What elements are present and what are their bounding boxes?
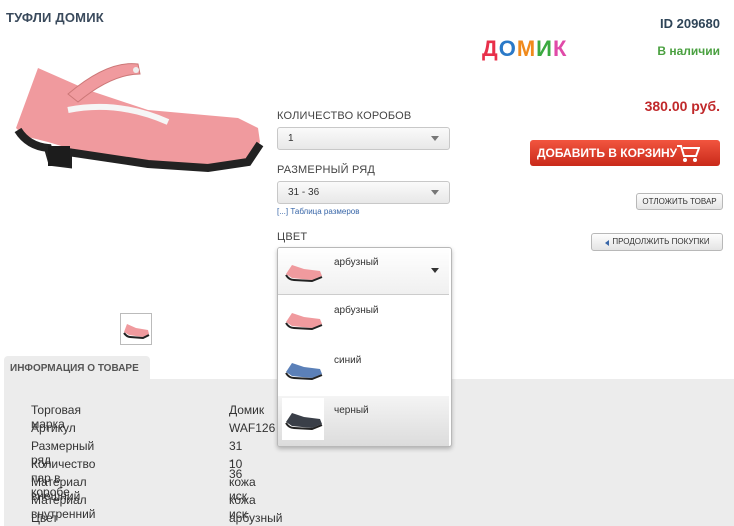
brand-logo-letter: И [536,36,553,61]
continue-shopping-label: ПРОДОЛЖИТЬ ПОКУПКИ [612,237,710,246]
product-main-image[interactable] [8,30,266,182]
brand-logo-letter: М [516,36,537,61]
color-select-dropdown[interactable]: арбузный арбузный синий черный [277,247,452,447]
info-key: Цвет [31,511,58,525]
brand-logo-letter: К [552,36,568,61]
shoe-swatch-icon [285,313,323,331]
chevron-down-icon [431,189,439,195]
color-option[interactable]: синий [278,346,449,396]
tab-product-info[interactable]: ИНФОРМАЦИЯ О ТОВАРЕ [4,356,150,380]
cart-icon [677,145,700,162]
color-option-label: черный [334,405,369,416]
info-value: WAF126 [229,421,276,435]
add-to-cart-button[interactable]: ДОБАВИТЬ В КОРЗИНУ [530,140,720,166]
size-table-link[interactable]: [...] Таблица размеров [277,207,360,216]
info-value: Домик [229,403,265,417]
chevron-down-icon [431,268,439,273]
color-option[interactable]: черный [278,396,449,446]
brand-logo: ДОМИК [482,36,567,62]
color-selected-value: арбузный [334,257,379,268]
shoe-thumbnail-icon [123,324,150,340]
brand-logo-letter: О [498,36,517,61]
boxes-value: 1 [288,133,294,144]
sizes-value: 31 - 36 [288,187,320,198]
color-option-label: арбузный [334,305,379,316]
color-label: ЦВЕТ [277,231,308,243]
product-id: ID 209680 [660,16,720,31]
product-title: ТУФЛИ ДОМИК [6,10,104,25]
color-option[interactable]: арбузный [278,296,449,346]
stock-status: В наличии [657,44,720,58]
shoe-swatch-icon [285,413,323,431]
color-select-current[interactable]: арбузный [278,248,449,295]
shoe-swatch-icon [285,363,323,381]
sizes-select[interactable]: 31 - 36 [277,181,450,204]
brand-logo-letter: Д [482,36,499,61]
product-price: 380.00 руб. [644,98,720,114]
boxes-label: КОЛИЧЕСТВО КОРОБОВ [277,110,412,122]
add-to-cart-label: ДОБАВИТЬ В КОРЗИНУ [537,146,678,160]
continue-shopping-button[interactable]: ПРОДОЛЖИТЬ ПОКУПКИ [591,233,723,251]
chevron-down-icon [431,135,439,141]
shoe-image [14,63,264,173]
sizes-label: РАЗМЕРНЫЙ РЯД [277,164,376,176]
chevron-left-icon [605,240,609,246]
boxes-select[interactable]: 1 [277,127,450,150]
color-option-label: синий [334,355,362,366]
product-thumbnail[interactable] [120,313,152,345]
shoe-swatch-icon [285,265,323,283]
info-key: Артикул [31,421,76,435]
info-value: 10 [229,457,243,471]
info-value: арбузный [229,511,283,525]
postpone-button[interactable]: ОТЛОЖИТЬ ТОВАР [636,193,723,210]
